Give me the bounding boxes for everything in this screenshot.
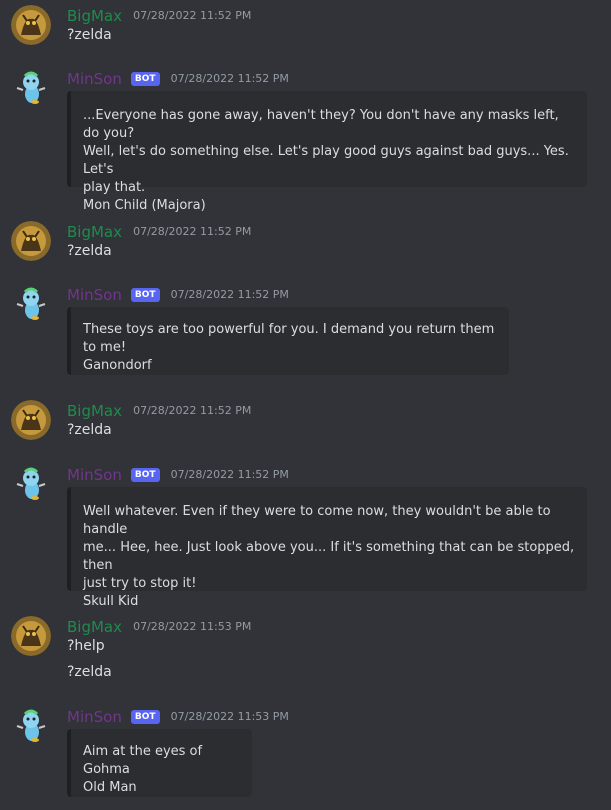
embed-source: Skull Kid [83,594,139,609]
bot-avatar[interactable] [11,284,51,324]
bot-badge: BOT [130,71,160,86]
embed-source: Ganondorf [83,358,152,373]
blue-mascot-avatar-icon [11,284,51,324]
message-header: MinSon BOT 07/28/2022 11:52 PM [67,284,289,304]
embed-source: Old Man [83,780,137,795]
message-text: ?zelda [67,243,112,259]
author-name[interactable]: BigMax [67,6,122,26]
user-avatar[interactable] [11,400,51,440]
message-header: BigMax 07/28/2022 11:52 PM [67,400,251,420]
fantasy-creature-avatar-icon [11,221,51,261]
author-name[interactable]: BigMax [67,617,122,637]
author-name[interactable]: MinSon [67,707,122,727]
timestamp: 07/28/2022 11:52 PM [170,468,289,481]
embed-line: Well, let's do something else. Let's pla… [83,144,569,177]
bot-badge: BOT [130,467,160,482]
timestamp: 07/28/2022 11:53 PM [133,620,252,633]
blue-mascot-avatar-icon [11,464,51,504]
embed-line: These toys are too powerful for you. I d… [83,322,495,355]
timestamp: 07/28/2022 11:52 PM [133,9,252,22]
timestamp: 07/28/2022 11:52 PM [170,288,289,301]
blue-mascot-avatar-icon [11,68,51,108]
user-avatar[interactable] [11,616,51,656]
bot-avatar[interactable] [11,706,51,746]
user-avatar[interactable] [11,5,51,45]
message-header: MinSon BOT 07/28/2022 11:52 PM [67,68,289,88]
quote-embed: These toys are too powerful for you. I d… [67,307,509,375]
message-header: MinSon BOT 07/28/2022 11:53 PM [67,706,289,726]
embed-line: just try to stop it! [83,576,197,591]
fantasy-creature-avatar-icon [11,400,51,440]
embed-line: me... Hee, hee. Just look above you... I… [83,540,575,573]
message-text: ?zelda [67,664,112,680]
timestamp: 07/28/2022 11:52 PM [133,225,252,238]
author-name[interactable]: MinSon [67,285,122,305]
message-header: BigMax 07/28/2022 11:53 PM [67,616,251,636]
author-name[interactable]: MinSon [67,69,122,89]
message-header: MinSon BOT 07/28/2022 11:52 PM [67,464,289,484]
bot-badge: BOT [130,709,160,724]
fantasy-creature-avatar-icon [11,616,51,656]
embed-line: play that. [83,180,146,195]
message-text: ?zelda [67,422,112,438]
bot-avatar[interactable] [11,68,51,108]
bot-avatar[interactable] [11,464,51,504]
author-name[interactable]: BigMax [67,401,122,421]
embed-source: Mon Child (Majora) [83,198,206,213]
user-avatar[interactable] [11,221,51,261]
message-header: BigMax 07/28/2022 11:52 PM [67,5,251,25]
timestamp: 07/28/2022 11:52 PM [170,72,289,85]
author-name[interactable]: MinSon [67,465,122,485]
quote-embed: Well whatever. Even if they were to come… [67,487,587,609]
blue-mascot-avatar-icon [11,706,51,746]
quote-embed: Aim at the eyes of Gohma Old Man [67,729,252,797]
bot-badge: BOT [130,287,160,302]
message-header: BigMax 07/28/2022 11:52 PM [67,221,251,241]
message-text: ?zelda [67,27,112,43]
fantasy-creature-avatar-icon [11,5,51,45]
embed-line: Well whatever. Even if they were to come… [83,504,551,537]
author-name[interactable]: BigMax [67,222,122,242]
timestamp: 07/28/2022 11:53 PM [170,710,289,723]
embed-line: ...Everyone has gone away, haven't they?… [83,108,559,141]
timestamp: 07/28/2022 11:52 PM [133,404,252,417]
message-text: ?help [67,638,105,654]
embed-line: Aim at the eyes of Gohma [83,744,203,777]
quote-embed: ...Everyone has gone away, haven't they?… [67,91,587,213]
